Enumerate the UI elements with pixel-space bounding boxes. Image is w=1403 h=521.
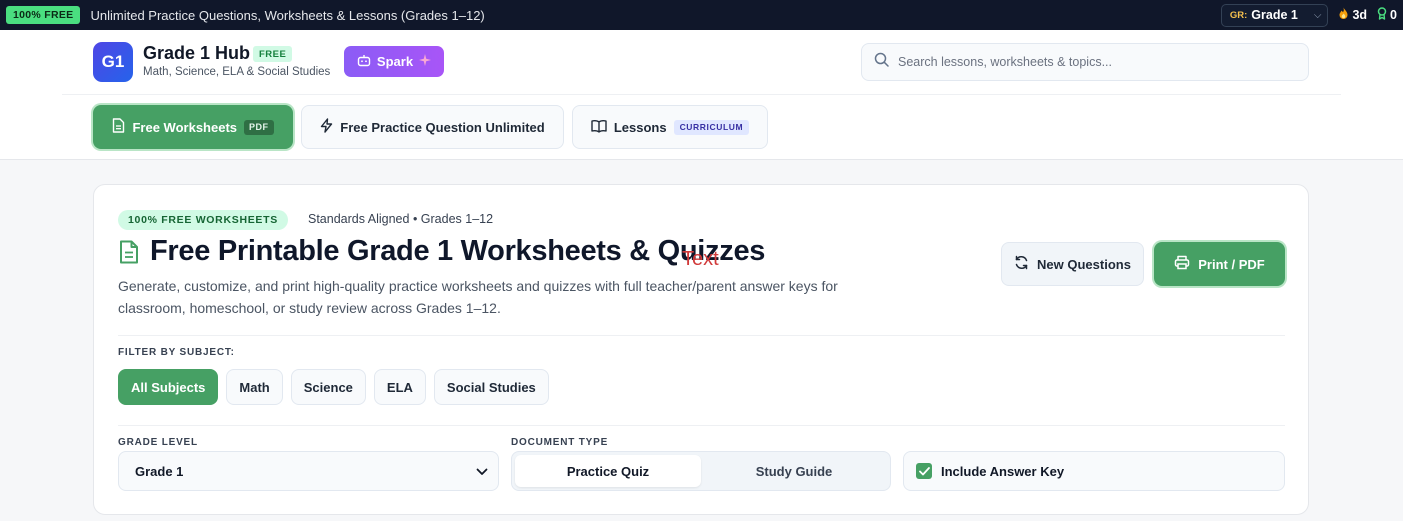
subject-chip-social-studies[interactable]: Social Studies	[433, 369, 549, 405]
answer-key-toggle[interactable]: Include Answer Key	[903, 451, 1285, 491]
spark-label: Spark	[376, 54, 414, 69]
tab-label: Free Practice Question Unlimited	[340, 119, 545, 135]
subject-chip-all[interactable]: All Subjects	[118, 369, 219, 405]
tab-label: Free Worksheets	[132, 119, 238, 135]
tab-lessons[interactable]: Lessons CURRICULUM	[572, 105, 768, 149]
print-label: Print / PDF	[1198, 256, 1265, 272]
streak-value: 3d	[1352, 8, 1368, 22]
site-logo[interactable]: G1	[93, 42, 133, 82]
awards-counter: 0	[1377, 7, 1397, 23]
awards-value: 0	[1390, 8, 1397, 22]
grade-level-label: GRADE LEVEL	[118, 437, 198, 448]
subject-filter: All Subjects Math Science ELA Social Stu…	[118, 369, 549, 405]
search-icon	[874, 52, 889, 72]
refresh-icon	[1014, 255, 1029, 273]
grade-level-select[interactable]: Grade 1	[118, 451, 499, 491]
header-divider	[62, 94, 1341, 95]
section-divider	[118, 425, 1285, 426]
answer-key-label: Include Answer Key	[941, 463, 1065, 479]
chevron-down-icon	[476, 464, 488, 479]
tab-free-practice-questions[interactable]: Free Practice Question Unlimited	[301, 105, 564, 149]
doc-type-study-guide[interactable]: Study Guide	[701, 455, 887, 487]
free-badge: 100% FREE	[6, 6, 81, 24]
chevron-down-icon: ⌵	[1313, 9, 1322, 21]
answer-key-checkbox[interactable]	[916, 463, 932, 479]
grade-selector[interactable]: GR: Grade 1 ⌵	[1220, 3, 1329, 27]
search-input[interactable]	[898, 55, 1298, 69]
new-questions-label: New Questions	[1037, 256, 1131, 272]
site-title[interactable]: Grade 1 Hub	[143, 43, 250, 64]
print-pdf-button[interactable]: Print / PDF	[1154, 242, 1285, 286]
worksheets-badge: 100% FREE WORKSHEETS	[118, 210, 288, 230]
subject-chip-science[interactable]: Science	[290, 369, 366, 405]
standards-meta: Standards Aligned • Grades 1–12	[308, 212, 494, 226]
new-questions-button[interactable]: New Questions	[1001, 242, 1144, 286]
document-type-label: DOCUMENT TYPE	[511, 437, 609, 448]
grade-value: Grade 1	[1251, 8, 1298, 22]
document-icon	[119, 240, 139, 269]
lightning-icon	[320, 118, 333, 136]
page-title: Free Printable Grade 1 Worksheets & Quiz…	[150, 235, 766, 267]
printer-icon	[1174, 255, 1190, 273]
overlay-text: Text	[682, 248, 719, 270]
subject-chip-math[interactable]: Math	[226, 369, 283, 405]
grade-level-value: Grade 1	[135, 463, 184, 479]
document-icon	[112, 118, 125, 136]
doc-type-practice-quiz[interactable]: Practice Quiz	[515, 455, 701, 487]
grade-prefix: GR:	[1229, 9, 1248, 21]
streak-counter: 3d	[1338, 7, 1367, 23]
tab-free-worksheets[interactable]: Free Worksheets PDF	[93, 105, 293, 149]
subject-chip-ela[interactable]: ELA	[373, 369, 426, 405]
top-announcement-bar: 100% FREE Unlimited Practice Questions, …	[0, 0, 1403, 30]
book-icon	[591, 119, 607, 136]
top-bar-right: GR: Grade 1 ⌵ 3d 0	[1220, 0, 1397, 30]
document-type-toggle: Practice Quiz Study Guide	[511, 451, 891, 491]
award-icon	[1377, 7, 1387, 23]
spark-button[interactable]: Spark	[344, 46, 444, 77]
search-box[interactable]	[861, 43, 1309, 81]
announcement-text: Unlimited Practice Questions, Worksheets…	[90, 7, 485, 23]
sparkle-icon	[419, 54, 432, 69]
curriculum-badge: CURRICULUM	[673, 119, 750, 135]
pdf-badge: PDF	[244, 119, 274, 135]
free-tag: FREE	[253, 46, 293, 62]
section-divider	[118, 335, 1285, 336]
page-description: Generate, customize, and print high-qual…	[118, 278, 838, 316]
filter-label: FILTER BY SUBJECT:	[118, 347, 235, 358]
worksheet-generator-card: 100% FREE WORKSHEETS Standards Aligned •…	[93, 184, 1309, 515]
tab-label: Lessons	[613, 119, 667, 135]
site-header: G1 Grade 1 Hub FREE Math, Science, ELA &…	[0, 30, 1403, 160]
site-subtitle: Math, Science, ELA & Social Studies	[143, 66, 331, 78]
flame-icon	[1338, 7, 1349, 23]
robot-icon	[357, 54, 371, 70]
